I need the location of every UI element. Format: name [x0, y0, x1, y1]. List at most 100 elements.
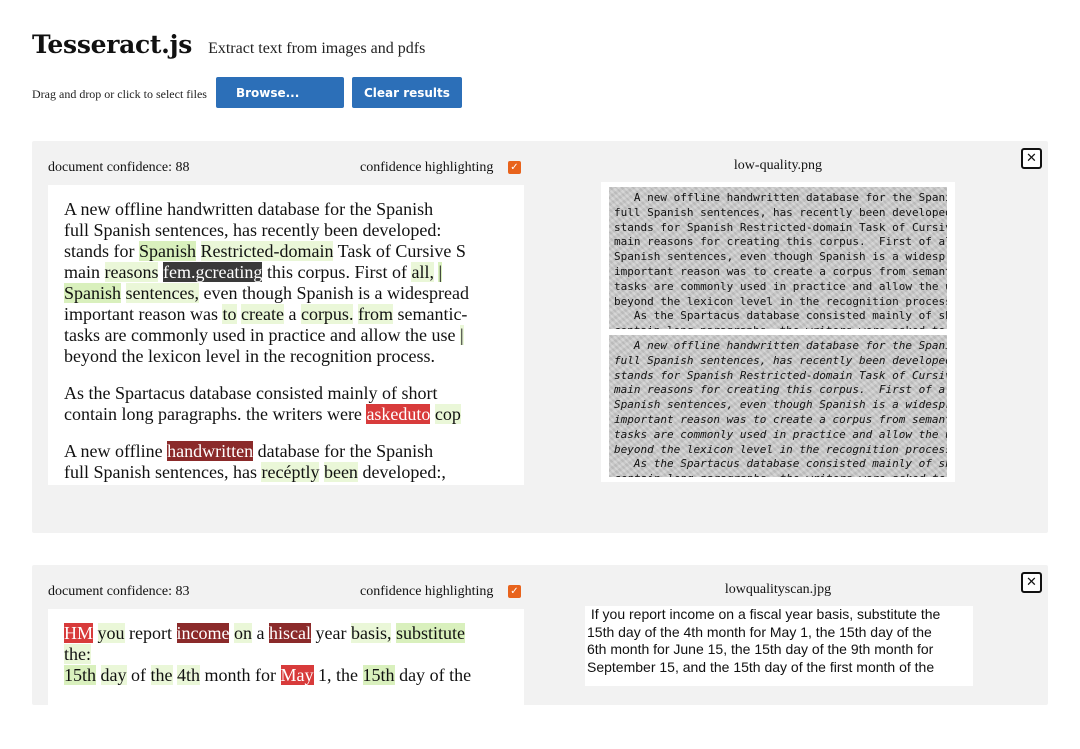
- ocr-word: sentences,: [155, 220, 229, 240]
- ocr-word: this: [266, 262, 293, 282]
- ocr-word: a: [288, 304, 297, 324]
- ocr-word: has: [232, 220, 257, 240]
- ocr-word: Spanish: [296, 283, 354, 303]
- ocr-line: 15th day of the 4th month for May 1, the…: [64, 665, 508, 686]
- ocr-text-output[interactable]: HM you report income on a hiscal year ba…: [48, 609, 524, 749]
- scan-line: important reason was to create a corpus …: [614, 412, 947, 426]
- close-result-button[interactable]: ✕: [1021, 572, 1042, 593]
- image-filename: lowqualityscan.jpg: [724, 582, 832, 597]
- ocr-word: offline: [115, 441, 163, 461]
- ocr-word: widespread: [387, 283, 469, 303]
- ocr-word: Spanish: [64, 283, 122, 303]
- ocr-word: 1,: [318, 665, 332, 685]
- ocr-word: the: [245, 404, 268, 424]
- ocr-word: of: [375, 241, 391, 261]
- ocr-line: Spanish sentences, even though Spanish i…: [64, 283, 508, 304]
- ocr-word: full: [64, 462, 89, 482]
- scan-line: A new offline handwritten database for t…: [614, 191, 947, 204]
- ocr-word: report: [129, 623, 172, 643]
- ocr-word: corpus.: [300, 304, 354, 324]
- ocr-word: even: [203, 283, 238, 303]
- scan-line: full Spanish sentences, has recently bee…: [614, 353, 947, 367]
- ocr-word: of: [381, 383, 397, 403]
- checkmark-icon: ✓: [510, 161, 519, 173]
- ocr-word: create: [241, 304, 284, 324]
- document-confidence: document confidence: 88: [48, 160, 190, 175]
- ocr-word: is: [358, 283, 371, 303]
- confidence-highlighting-checkbox[interactable]: ✓: [508, 585, 521, 598]
- ocr-word: full: [64, 220, 89, 240]
- scan-line: As the Spartacus database consisted main…: [614, 457, 947, 471]
- ocr-word: lexicon: [148, 346, 201, 366]
- scan-line: If you report income on a fiscal year ba…: [587, 606, 941, 622]
- ocr-word: from: [357, 304, 393, 324]
- drop-hint: Drag and drop or click to select files: [32, 87, 207, 101]
- browse-button[interactable]: Browse...: [215, 77, 344, 108]
- ocr-word: developed:,: [362, 462, 446, 482]
- ocr-word: Task: [337, 241, 372, 261]
- close-icon: ✕: [1026, 575, 1037, 590]
- confidence-highlighting-label: confidence highlighting: [360, 584, 494, 599]
- ocr-line: full Spanish sentences, has recéptly bee…: [64, 462, 508, 483]
- ocr-word: A: [64, 441, 77, 461]
- ocr-word: of: [131, 665, 147, 685]
- ocr-word: the: [150, 665, 173, 685]
- ocr-word: in: [244, 346, 259, 366]
- ocr-word: tasks: [64, 325, 100, 345]
- ocr-word: handwritten: [167, 441, 254, 461]
- scan-line: contain long paragraphs, the writers wer…: [614, 324, 945, 329]
- ocr-word: on: [233, 623, 252, 643]
- scan-line: A new offline handwritten database for t…: [614, 339, 947, 352]
- ocr-word: |: [438, 262, 443, 282]
- ocr-line: As the Spartacus database consisted main…: [64, 383, 508, 404]
- ocr-word: HM: [64, 623, 94, 643]
- ocr-word: recently: [261, 220, 320, 240]
- checkmark-icon: ✓: [510, 585, 519, 597]
- ocr-word: beyond: [64, 346, 117, 366]
- ocr-line: important reason was to create a corpus.…: [64, 304, 508, 325]
- ocr-word: May: [280, 665, 314, 685]
- ocr-word: the: [121, 346, 144, 366]
- ocr-word: year: [315, 623, 347, 643]
- ocr-word: the: [336, 665, 359, 685]
- image-filename: low-quality.png: [733, 158, 823, 173]
- ocr-word: and: [329, 325, 356, 345]
- ocr-word: Spanish: [139, 241, 197, 261]
- ocr-word: month: [204, 665, 251, 685]
- ocr-line: beyond the lexicon level in the recognit…: [64, 346, 508, 367]
- source-image: A new offline handwritten database for t…: [601, 182, 955, 482]
- ocr-word: stands: [64, 241, 109, 261]
- ocr-line: A new offline handwritten database for t…: [64, 441, 508, 462]
- ocr-word: commonly: [130, 325, 208, 345]
- ocr-word: askeduto: [366, 404, 431, 424]
- ocr-word: Spartacus: [115, 383, 185, 403]
- clear-results-button[interactable]: Clear results: [351, 77, 462, 108]
- ocr-line: HM you report income on a hiscal year ba…: [64, 623, 508, 644]
- ocr-line: tasks are commonly used in practice and …: [64, 325, 508, 346]
- ocr-word: you: [97, 623, 125, 643]
- ocr-word: process.: [376, 346, 435, 366]
- ocr-word: Spanish: [93, 220, 151, 240]
- ocr-word: developed:: [362, 220, 442, 240]
- scan-line: full Spanish sentences, has recently bee…: [614, 205, 947, 219]
- ocr-text-output[interactable]: A new offline handwritten database for t…: [48, 185, 524, 485]
- ocr-line: the:: [64, 644, 508, 665]
- ocr-word: consisted: [255, 383, 323, 403]
- confidence-highlighting-checkbox[interactable]: ✓: [508, 161, 521, 174]
- app-title: Tesseract.js: [32, 30, 193, 59]
- ocr-word: been: [323, 220, 358, 240]
- scan-line: Spanish sentences, even though Spanish i…: [614, 250, 947, 264]
- scan-line: main reasons for creating this corpus. F…: [614, 383, 947, 397]
- ocr-word: to: [222, 304, 237, 324]
- scan-line: As the Spartacus database consisted main…: [614, 309, 947, 323]
- ocr-word: important: [64, 304, 134, 324]
- scan-line: September 15, and the 15th day of the fi…: [587, 658, 935, 675]
- ocr-word: short: [401, 383, 438, 403]
- ocr-word: the: [263, 346, 286, 366]
- ocr-word: though: [241, 283, 292, 303]
- confidence-highlighting-label: confidence highlighting: [360, 160, 494, 175]
- close-result-button[interactable]: ✕: [1021, 148, 1042, 169]
- ocr-line: main reasons fem.gcreating this corpus. …: [64, 262, 508, 283]
- ocr-word: Restricted-domain: [200, 241, 334, 261]
- ocr-word: new: [80, 441, 111, 461]
